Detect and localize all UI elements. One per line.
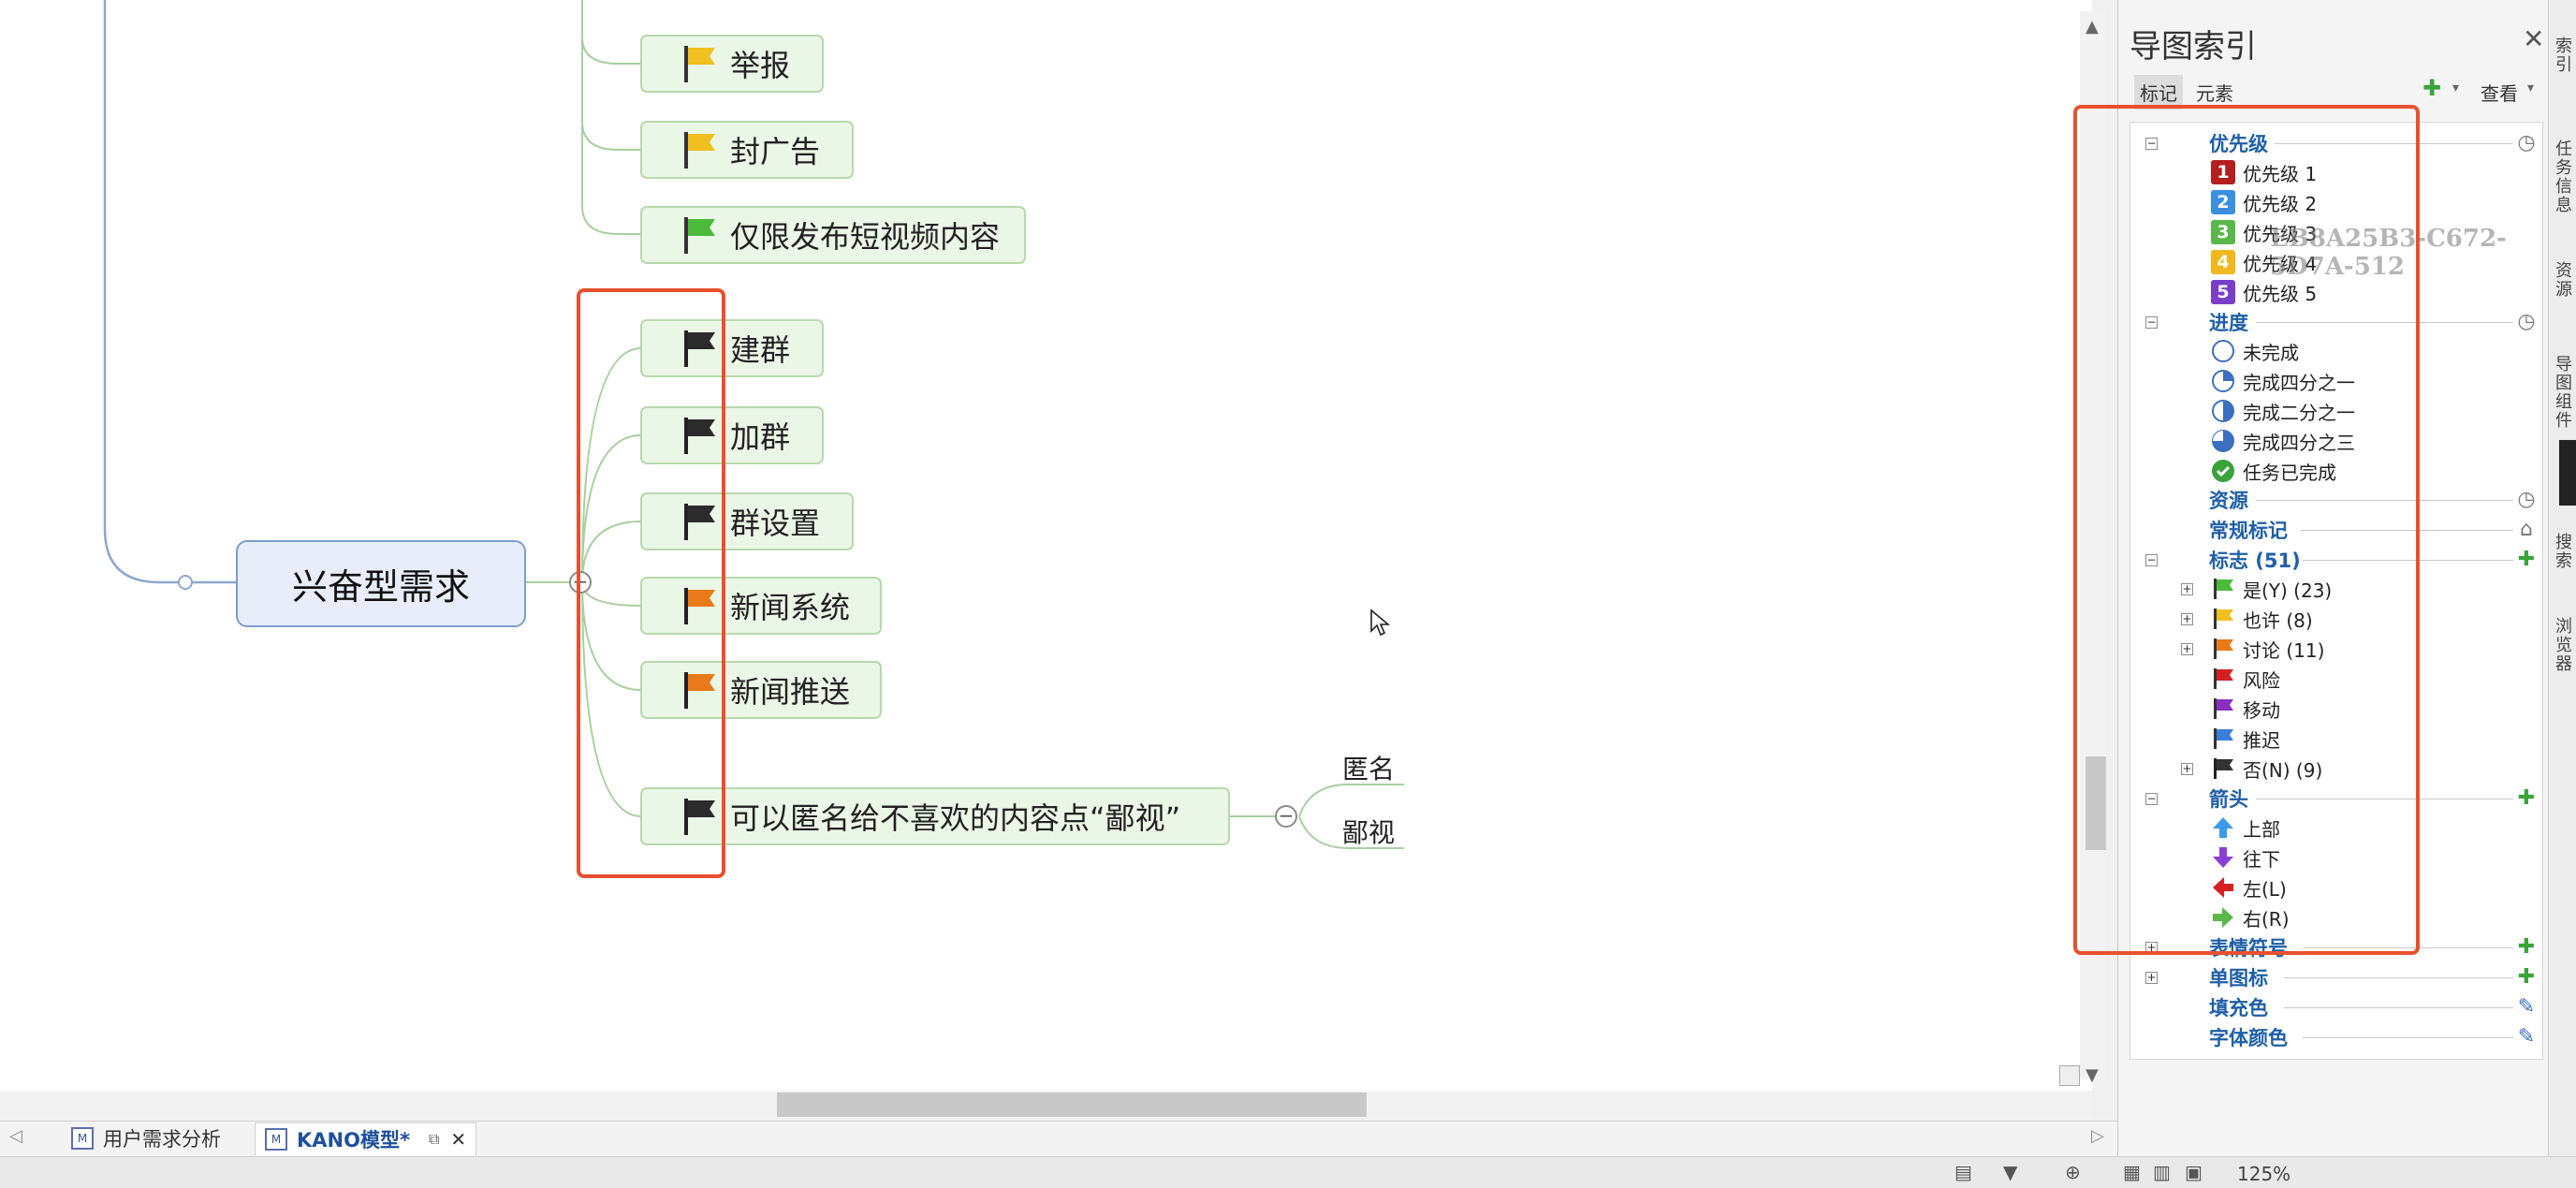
clock-icon[interactable]: ◷ [2514,309,2539,333]
zoom-level: 125% [2237,1163,2291,1185]
mindmap-canvas[interactable]: − − 举报 封广告 仅限发布短视频内容 兴奋型需求 建群 加群 群设置 新闻系… [0,0,2092,1091]
category-fill-color[interactable]: 填充色 [2209,992,2268,1022]
tab-scroll-left-icon[interactable]: ◁ [9,1126,22,1146]
add-custom-icon[interactable]: ✚ [2514,547,2539,571]
divider [2284,1007,2513,1008]
panel-close-icon[interactable]: ✕ [2523,23,2544,54]
zoom-icon[interactable]: ⊕ [2065,1161,2081,1183]
topic-block-ads[interactable]: 封广告 [640,121,854,179]
topic-label: 仅限发布短视频内容 [730,219,1001,255]
divider [2303,1037,2513,1038]
horizontal-scroll-thumb[interactable] [777,1093,1367,1117]
category-label: 填充色 [2209,997,2268,1019]
calendar-view-icon[interactable]: ▣ [2185,1161,2203,1183]
tab-label: KANO模型* [297,1129,410,1151]
category-single-icon[interactable]: 单图标 [2209,962,2268,992]
side-tab-search[interactable]: 搜索 [2555,534,2572,571]
overview-toggle-icon[interactable] [2059,1065,2080,1086]
view-menu[interactable]: 查看 [2481,79,2518,106]
tab-scroll-right-icon[interactable]: ▷ [2091,1126,2104,1146]
subtopic-anonymous[interactable]: 匿名 [1342,749,1395,786]
side-tab-resources[interactable]: 资源 [2555,262,2572,300]
panel-title: 导图索引 [2130,28,2257,66]
scroll-down-icon[interactable]: ▼ [2086,1065,2099,1085]
scroll-up-icon[interactable]: ▲ [2086,17,2099,37]
topic-label: 新闻推送 [730,674,851,710]
clock-icon[interactable]: ◷ [2514,487,2539,511]
tab-pin-icon[interactable]: ⧉ [429,1130,439,1149]
topic-label: 新闻系统 [730,590,851,625]
topic-label: 建群 [730,332,791,368]
thumbnail-preview [2559,440,2576,506]
expand-icon[interactable]: + [2145,972,2158,984]
topic-label: 群设置 [730,506,821,541]
category-label: 字体颜色 [2209,1027,2288,1049]
topic-label: 可以匿名给不喜欢的内容点“鄙视” [730,800,1181,836]
side-tab-browser[interactable]: 浏览器 [2555,618,2572,674]
page-view-icon[interactable]: ▥ [2153,1161,2171,1183]
tag-icon[interactable]: ⌂ [2514,517,2539,541]
highlight-box-panel [2073,105,2420,955]
divider [2284,977,2513,978]
side-tab-index[interactable]: 索引 [2555,37,2572,75]
topic-label: 加群 [730,419,791,455]
paint-brush-icon[interactable]: ✎ [2514,994,2539,1019]
topic-report[interactable]: 举报 [640,35,824,93]
chevron-down-icon[interactable]: ▾ [2527,81,2534,95]
tab-close-icon[interactable]: ✕ [450,1128,466,1151]
category-font-color[interactable]: 字体颜色 [2209,1022,2288,1052]
fit-view-icon[interactable]: ▦ [2123,1161,2141,1183]
central-topic[interactable]: 兴奋型需求 [236,540,526,627]
add-custom-icon[interactable]: ✚ [2514,785,2539,810]
filter-icon[interactable]: ▼ [2003,1161,2017,1183]
clock-icon[interactable]: ◷ [2514,130,2539,154]
topic-label: 封广告 [730,134,821,169]
layout-icon[interactable]: ▤ [1954,1161,1972,1183]
add-custom-icon[interactable]: ✚ [2514,964,2539,989]
flag-yellow-icon [684,46,715,82]
flag-yellow-icon [684,132,715,169]
topic-anonymous-dislike[interactable]: 可以匿名给不喜欢的内容点“鄙视” [640,787,1230,845]
mindmap-doc-icon: M [71,1127,94,1150]
topic-label: 举报 [730,48,791,83]
tab-user-needs-analysis[interactable]: M 用户需求分析 [71,1122,221,1154]
collapse-button[interactable]: − [1275,805,1297,828]
chevron-down-icon[interactable]: ▾ [2452,81,2459,95]
paint-brush-icon[interactable]: ✎ [2514,1024,2539,1049]
category-label: 单图标 [2209,967,2268,990]
subtopic-despise[interactable]: 鄙视 [1342,813,1395,850]
tab-kano-model[interactable]: M KANO模型* ⧉ ✕ [255,1122,477,1155]
mouse-cursor-icon [1370,609,1390,637]
mindmap-doc-icon: M [265,1128,287,1151]
add-marker-icon[interactable]: ✚ [2422,75,2441,101]
topic-short-video-only[interactable]: 仅限发布短视频内容 [640,206,1026,264]
add-custom-icon[interactable]: ✚ [2514,934,2539,959]
side-tab-map-parts[interactable]: 导图组件 [2555,356,2572,431]
highlight-box-flags [577,288,725,878]
flag-green-icon [684,217,715,254]
tab-label: 用户需求分析 [103,1128,221,1151]
side-tab-task-info[interactable]: 任务信息 [2555,140,2572,215]
